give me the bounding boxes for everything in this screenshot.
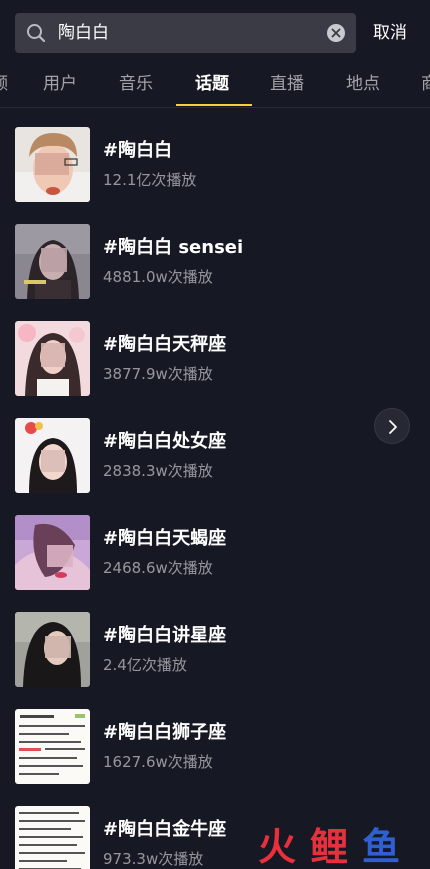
topic-thumbnail xyxy=(15,709,90,784)
tab-shop[interactable]: 商 xyxy=(421,73,430,95)
topic-thumbnail xyxy=(15,418,90,493)
watermark-char: 火 xyxy=(258,825,297,869)
topic-thumbnail xyxy=(15,612,90,687)
search-results-screen: 陶白白 取消 频 用户 音乐 话题 直播 地点 商 xyxy=(0,0,430,869)
cancel-button[interactable]: 取消 xyxy=(373,21,407,45)
list-item[interactable]: #陶白白天蝎座 2468.6w次播放 xyxy=(15,515,415,591)
topic-title: #陶白白处女座 xyxy=(103,431,227,452)
list-item[interactable]: #陶白白天秤座 3877.9w次播放 xyxy=(15,321,415,397)
list-item[interactable]: #陶白白 12.1亿次播放 xyxy=(15,127,415,203)
list-item[interactable]: #陶白白处女座 2838.3w次播放 xyxy=(15,418,415,494)
topic-title: #陶白白狮子座 xyxy=(103,722,227,743)
tab-video[interactable]: 频 xyxy=(0,73,8,95)
topic-views: 2838.3w次播放 xyxy=(103,462,213,480)
next-page-button[interactable] xyxy=(374,408,410,444)
tab-live[interactable]: 直播 xyxy=(270,73,304,95)
tab-users[interactable]: 用户 xyxy=(43,73,77,95)
clear-icon[interactable] xyxy=(326,23,346,43)
tab-places[interactable]: 地点 xyxy=(346,73,380,95)
topic-thumbnail xyxy=(15,224,90,299)
topic-thumbnail xyxy=(15,515,90,590)
topic-title: #陶白白天秤座 xyxy=(103,334,227,355)
search-icon xyxy=(26,23,46,43)
list-item[interactable]: #陶白白狮子座 1627.6w次播放 xyxy=(15,709,415,785)
topic-views: 1627.6w次播放 xyxy=(103,753,213,771)
active-tab-indicator xyxy=(176,104,252,106)
watermark-char: 鱼 xyxy=(362,825,401,869)
topic-title: #陶白白天蝎座 xyxy=(103,528,227,549)
tab-music[interactable]: 音乐 xyxy=(119,73,153,95)
topic-title: #陶白白 xyxy=(103,140,173,161)
topic-thumbnail xyxy=(15,321,90,396)
topic-views: 2468.6w次播放 xyxy=(103,559,213,577)
tabs-divider xyxy=(0,107,430,108)
topic-title: #陶白白讲星座 xyxy=(103,625,227,646)
topic-title: #陶白白金牛座 xyxy=(103,819,227,840)
topic-views: 973.3w次播放 xyxy=(103,850,204,868)
search-query-text[interactable]: 陶白白 xyxy=(58,21,109,45)
topic-views: 3877.9w次播放 xyxy=(103,365,213,383)
chevron-right-icon xyxy=(389,420,397,434)
watermark-logo: 火 鲤 鱼 xyxy=(258,825,414,869)
search-input[interactable]: 陶白白 xyxy=(15,13,356,53)
topic-views: 12.1亿次播放 xyxy=(103,171,197,189)
topic-views: 4881.0w次播放 xyxy=(103,268,213,286)
result-tabs: 频 用户 音乐 话题 直播 地点 商 xyxy=(0,58,430,108)
watermark-char: 鲤 xyxy=(310,825,349,869)
topic-title: #陶白白 sensei xyxy=(103,237,244,258)
search-row: 陶白白 取消 xyxy=(15,13,430,53)
topic-thumbnail xyxy=(15,127,90,202)
list-item[interactable]: #陶白白讲星座 2.4亿次播放 xyxy=(15,612,415,688)
topic-views: 2.4亿次播放 xyxy=(103,656,187,674)
topic-thumbnail xyxy=(15,806,90,869)
list-item[interactable]: #陶白白 sensei 4881.0w次播放 xyxy=(15,224,415,300)
tab-topics[interactable]: 话题 xyxy=(195,73,229,95)
